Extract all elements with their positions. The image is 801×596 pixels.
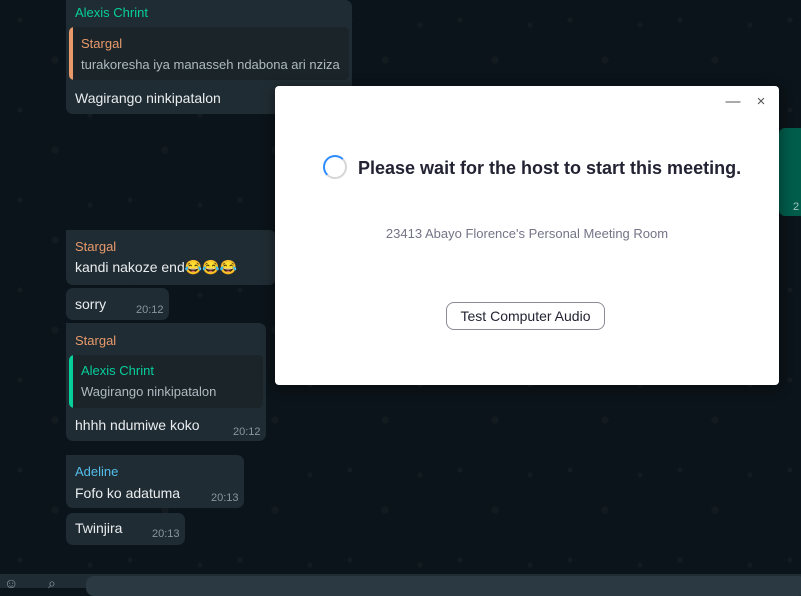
quote-bar (69, 355, 73, 408)
message-time: 20:13 (152, 528, 180, 540)
quoted-message[interactable]: Stargal turakoresha iya manasseh ndabona… (69, 27, 349, 80)
message-text: kandi nakoze end😂😂😂 (75, 259, 238, 275)
quoted-sender: Alexis Chrint (81, 363, 154, 378)
message-bubble[interactable]: sorry 20:12 (66, 288, 169, 320)
message-bubble[interactable]: Twinjira 20:13 (66, 513, 185, 545)
quote-bar (69, 27, 73, 80)
quoted-message[interactable]: Alexis Chrint Wagirango ninkipatalon (69, 355, 263, 408)
message-time: 20:13 (211, 492, 239, 504)
close-button[interactable]: × (753, 94, 769, 110)
meeting-wait-dialog: — × Please wait for the host to start th… (275, 86, 779, 385)
message-time: 2 (793, 201, 800, 213)
message-text: Fofo ko adatuma (75, 485, 181, 501)
message-text: Wagirango ninkipatalon (75, 90, 221, 106)
test-computer-audio-button[interactable]: Test Computer Audio (446, 302, 605, 330)
message-time: 20:12 (233, 426, 261, 438)
meeting-room-name: 23413 Abayo Florence's Personal Meeting … (385, 226, 669, 241)
message-text: Twinjira (75, 520, 123, 536)
quoted-sender: Stargal (81, 36, 123, 51)
wait-status-title: Please wait for the host to start this m… (358, 158, 742, 178)
message-sender: Stargal (75, 333, 117, 348)
message-text: sorry (75, 296, 107, 312)
message-bubble[interactable]: Adeline Fofo ko adatuma 20:13 (66, 455, 244, 508)
message-input[interactable] (86, 576, 801, 596)
message-time: 20:12 (136, 304, 164, 316)
message-text: hhhh ndumiwe koko (75, 417, 200, 433)
quoted-text: turakoresha iya manasseh ndabona ari nzi… (81, 57, 340, 72)
message-sender: Alexis Chrint (75, 5, 148, 20)
message-bubble[interactable]: Stargal kandi nakoze end😂😂😂 (66, 230, 276, 285)
minimize-button[interactable]: — (725, 94, 741, 110)
message-bubble[interactable]: Stargal Alexis Chrint Wagirango ninkipat… (66, 323, 266, 441)
message-sender: Adeline (75, 464, 119, 479)
loading-spinner-icon (323, 155, 347, 179)
message-sender: Stargal (75, 239, 117, 254)
quoted-text: Wagirango ninkipatalon (81, 384, 217, 399)
